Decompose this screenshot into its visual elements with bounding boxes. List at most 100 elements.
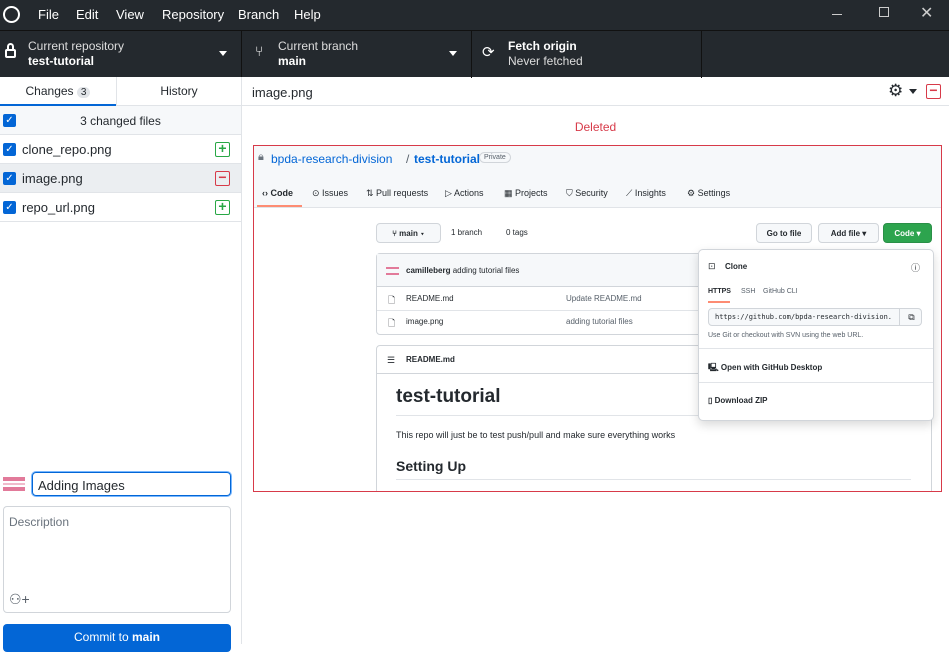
diff-status: Deleted bbox=[574, 120, 617, 134]
repo-owner-link: bpda-research-division bbox=[271, 152, 393, 166]
menu-file[interactable]: File bbox=[38, 7, 59, 22]
repo-label: Current repository bbox=[28, 39, 125, 53]
gh-tab-projects: ▦ Projects bbox=[504, 188, 548, 198]
gear-icon[interactable]: ⚙ bbox=[888, 81, 903, 101]
file-row[interactable]: ✓ image.png − bbox=[0, 164, 241, 193]
diff-header: image.png ⚙ − bbox=[242, 77, 949, 106]
gh-readme-label: README.md bbox=[406, 355, 455, 364]
gh-file-msg: adding tutorial files bbox=[566, 317, 633, 326]
diff-filename: image.png bbox=[252, 85, 313, 100]
changes-sidebar: Changes 3 History ✓ 3 changed files ✓ cl… bbox=[0, 77, 242, 652]
repo-value: test-tutorial bbox=[28, 54, 94, 68]
tab-changes-label: Changes bbox=[25, 84, 74, 98]
gh-branch-button: ⑂ main ▾ bbox=[376, 223, 441, 243]
menu-edit[interactable]: Edit bbox=[76, 7, 98, 22]
gh-clone-hint: Use Git or checkout with SVN using the w… bbox=[708, 332, 864, 339]
title-bar: File Edit View Repository Branch Help ✕ bbox=[0, 0, 949, 30]
gh-tab-security: ⛉ Security bbox=[566, 188, 608, 198]
gh-file-name: README.md bbox=[406, 294, 454, 303]
maximize-button[interactable] bbox=[879, 7, 889, 17]
lock-icon: 🔒︎ bbox=[258, 151, 264, 163]
gh-tab-pull-requests: ⇅ Pull requests bbox=[366, 188, 429, 198]
avatar bbox=[3, 477, 25, 491]
current-branch-button[interactable]: ⑂ Current branch main bbox=[242, 31, 472, 78]
fetch-origin-button[interactable]: ⟳ Fetch origin Never fetched bbox=[472, 31, 702, 78]
avatar bbox=[386, 267, 399, 275]
deleted-icon: − bbox=[215, 170, 230, 186]
help-icon: ⓘ bbox=[911, 263, 921, 273]
gh-code-button: Code ▾ bbox=[883, 223, 932, 243]
repo-separator: / bbox=[406, 152, 410, 166]
deleted-icon: − bbox=[926, 83, 941, 99]
add-coauthor-icon[interactable]: ⚇+ bbox=[9, 591, 30, 608]
tab-changes[interactable]: Changes 3 bbox=[0, 77, 116, 106]
gh-branches-count: 1 branch bbox=[451, 228, 483, 237]
copy-icon: ⧉ bbox=[899, 309, 921, 325]
branch-value: main bbox=[278, 54, 307, 68]
gh-download-zip: ▯ Download ZIP bbox=[708, 396, 768, 405]
gh-add-file: Add file ▾ bbox=[818, 223, 879, 243]
gh-file-msg: Update README.md bbox=[566, 294, 642, 303]
gh-clone-title: Clone bbox=[725, 262, 748, 271]
gh-tab-actions: ▷ Actions bbox=[445, 188, 484, 198]
commit-summary-input[interactable]: Adding Images bbox=[32, 472, 231, 496]
list-icon: ☰ bbox=[387, 355, 396, 365]
branch-label: Current branch bbox=[278, 39, 359, 53]
gh-readme-h1: test-tutorial bbox=[396, 386, 501, 407]
branch-icon: ⑂ bbox=[255, 43, 264, 59]
gh-readme-h2: Setting Up bbox=[396, 458, 466, 474]
file-checkbox[interactable]: ✓ bbox=[3, 172, 16, 185]
gh-clone-tab-cli: GitHub CLI bbox=[763, 288, 798, 295]
gh-tab-issues: ⊙ Issues bbox=[312, 188, 349, 198]
gh-tags-count: 0 tags bbox=[506, 228, 528, 237]
file-name: repo_url.png bbox=[22, 200, 95, 215]
menu-repository[interactable]: Repository bbox=[162, 7, 224, 22]
gh-tab-insights: ⟋ Insights bbox=[626, 188, 666, 198]
description-placeholder: Description bbox=[9, 515, 70, 529]
gh-file-name: image.png bbox=[406, 317, 444, 326]
file-icon: 🗋 bbox=[388, 318, 396, 328]
gh-open-desktop: 🖳 Open with GitHub Desktop bbox=[708, 363, 823, 372]
changes-count-badge: 3 bbox=[76, 87, 91, 98]
file-checkbox[interactable]: ✓ bbox=[3, 143, 16, 156]
chevron-down-icon bbox=[449, 51, 457, 56]
gh-readme-paragraph: This repo will just be to test push/pull… bbox=[396, 430, 676, 440]
gh-tab-code: ‹› Code bbox=[262, 188, 293, 198]
file-name: image.png bbox=[22, 171, 83, 186]
gh-clone-dropdown: ⊡ Clone ⓘ HTTPS SSH GitHub CLI https://g… bbox=[698, 249, 934, 421]
sync-icon: ⟳ bbox=[482, 44, 495, 61]
terminal-icon: ⊡ bbox=[708, 261, 716, 271]
gh-go-to-file: Go to file bbox=[756, 223, 812, 243]
chevron-down-icon[interactable] bbox=[909, 89, 917, 94]
commit-description-input[interactable]: Description ⚇+ bbox=[3, 506, 231, 613]
private-badge: Private bbox=[479, 152, 511, 163]
menu-help[interactable]: Help bbox=[294, 7, 321, 22]
toolbar: Current repository test-tutorial ⑂ Curre… bbox=[0, 30, 949, 78]
file-row[interactable]: ✓ repo_url.png + bbox=[0, 193, 241, 222]
chevron-down-icon bbox=[219, 51, 227, 56]
close-button[interactable]: ✕ bbox=[920, 3, 933, 23]
minimize-button[interactable] bbox=[832, 14, 842, 15]
current-repository-button[interactable]: Current repository test-tutorial bbox=[0, 31, 242, 78]
tab-history-label: History bbox=[160, 84, 198, 98]
gh-clone-tab-https: HTTPS bbox=[708, 288, 731, 295]
commit-button[interactable]: Commit to main bbox=[3, 624, 231, 652]
commit-button-prefix: Commit to bbox=[73, 630, 132, 644]
menu-view[interactable]: View bbox=[116, 7, 144, 22]
commit-button-branch: main bbox=[132, 630, 161, 644]
file-icon: 🗋 bbox=[388, 295, 396, 305]
gh-commit-user: camilleberg bbox=[406, 266, 451, 275]
deleted-image-preview: 🔒︎ bpda-research-division / test-tutoria… bbox=[253, 145, 942, 492]
menu-branch[interactable]: Branch bbox=[238, 7, 279, 22]
added-icon: + bbox=[215, 199, 230, 215]
github-logo-icon bbox=[3, 6, 20, 23]
file-checkbox[interactable]: ✓ bbox=[3, 201, 16, 214]
lock-icon bbox=[5, 49, 16, 58]
gh-clone-tab-ssh: SSH bbox=[741, 288, 756, 295]
gh-tab-settings: ⚙ Settings bbox=[687, 188, 731, 198]
tab-history[interactable]: History bbox=[116, 77, 241, 106]
fetch-sub: Never fetched bbox=[508, 54, 583, 68]
file-name: clone_repo.png bbox=[22, 142, 112, 157]
fetch-label: Fetch origin bbox=[508, 39, 577, 53]
file-row[interactable]: ✓ clone_repo.png + bbox=[0, 135, 241, 164]
